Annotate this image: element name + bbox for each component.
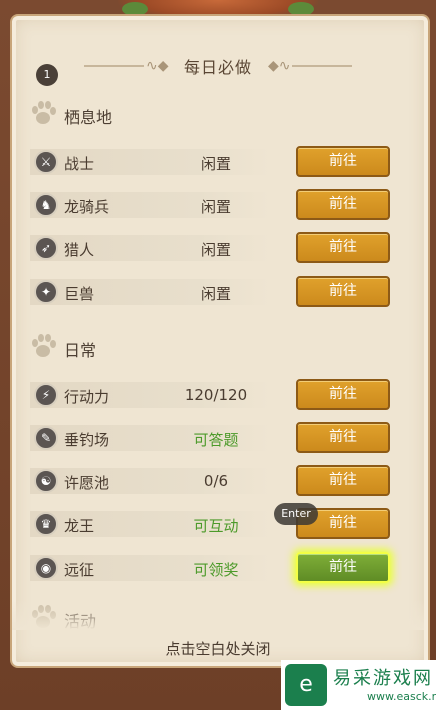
watermark-logo-icon: e xyxy=(285,664,327,706)
task-status: 闲置 xyxy=(200,198,231,216)
go-button-dragoon[interactable]: 前往 xyxy=(296,189,390,220)
task-row-wishing-well: ☯ 许愿池 0/6 前往 xyxy=(30,465,402,496)
task-name: 龙王 xyxy=(64,517,95,535)
task-status: 可答题 xyxy=(193,431,239,449)
title-swirl-right-icon: ◆∿ xyxy=(268,58,291,74)
task-name: 远征 xyxy=(64,561,95,579)
task-name: 战士 xyxy=(64,155,95,173)
go-button-fishing[interactable]: 前往 xyxy=(296,422,390,453)
task-name: 行动力 xyxy=(64,388,110,406)
task-status: 可领奖 xyxy=(193,561,239,579)
list-fade-overlay xyxy=(12,600,424,630)
task-row-warrior: ⚔ 战士 闲置 前往 xyxy=(30,146,402,177)
go-button-stamina[interactable]: 前往 xyxy=(296,379,390,410)
task-name: 巨兽 xyxy=(64,285,95,303)
task-status: 0/6 xyxy=(203,472,229,490)
beast-icon: ✦ xyxy=(34,280,58,304)
hunter-icon: ➶ xyxy=(34,236,58,260)
task-row-expedition: ◉ 远征 可领奖 前往 xyxy=(30,552,402,583)
task-row-stamina: ⚡ 行动力 120/120 前往 xyxy=(30,379,402,410)
task-row-beast: ✦ 巨兽 闲置 前往 xyxy=(30,276,402,307)
enter-key-tooltip: Enter xyxy=(274,503,318,525)
watermark-name: 易采游戏网 xyxy=(333,668,433,689)
dragoon-icon: ♞ xyxy=(34,193,58,217)
task-row-fishing: ✎ 垂钓场 可答题 前往 xyxy=(30,422,402,453)
task-status: 闲置 xyxy=(200,241,231,259)
task-row-dragoon: ♞ 龙骑兵 闲置 前往 xyxy=(30,189,402,220)
watermark: e 易采游戏网 www.easck.net xyxy=(281,660,436,710)
page-title: 每日必做 xyxy=(183,58,252,77)
go-button-expedition[interactable]: 前往 xyxy=(296,552,390,583)
fishing-icon: ✎ xyxy=(34,426,58,450)
page-number-badge: 1 xyxy=(36,64,58,86)
task-name: 许愿池 xyxy=(64,474,110,492)
go-button-beast[interactable]: 前往 xyxy=(296,276,390,307)
go-button-wishing-well[interactable]: 前往 xyxy=(296,465,390,496)
title-divider-right xyxy=(292,65,352,67)
task-name: 猎人 xyxy=(64,241,95,259)
stamina-icon: ⚡ xyxy=(34,383,58,407)
watermark-url: www.easck.net xyxy=(367,690,436,703)
go-button-warrior[interactable]: 前往 xyxy=(296,146,390,177)
close-hint[interactable]: 点击空白处关闭 xyxy=(0,638,436,659)
task-row-hunter: ➶ 猎人 闲置 前往 xyxy=(30,232,402,263)
task-status: 闲置 xyxy=(200,285,231,303)
section-title: 日常 xyxy=(64,341,97,360)
dragon-king-icon: ♛ xyxy=(34,512,58,536)
paw-icon xyxy=(32,101,56,124)
section-title: 栖息地 xyxy=(64,108,113,127)
task-name: 垂钓场 xyxy=(64,431,110,449)
task-row-dragon-king: ♛ 龙王 可互动 前往 xyxy=(30,508,402,539)
task-status: 闲置 xyxy=(200,155,231,173)
warrior-icon: ⚔ xyxy=(34,150,58,174)
go-button-hunter[interactable]: 前往 xyxy=(296,232,390,263)
expedition-icon: ◉ xyxy=(34,556,58,580)
wishing-well-icon: ☯ xyxy=(34,469,58,493)
paw-icon xyxy=(32,334,56,357)
task-status: 可互动 xyxy=(193,517,239,535)
task-status: 120/120 xyxy=(184,386,248,404)
task-name: 龙骑兵 xyxy=(64,198,110,216)
